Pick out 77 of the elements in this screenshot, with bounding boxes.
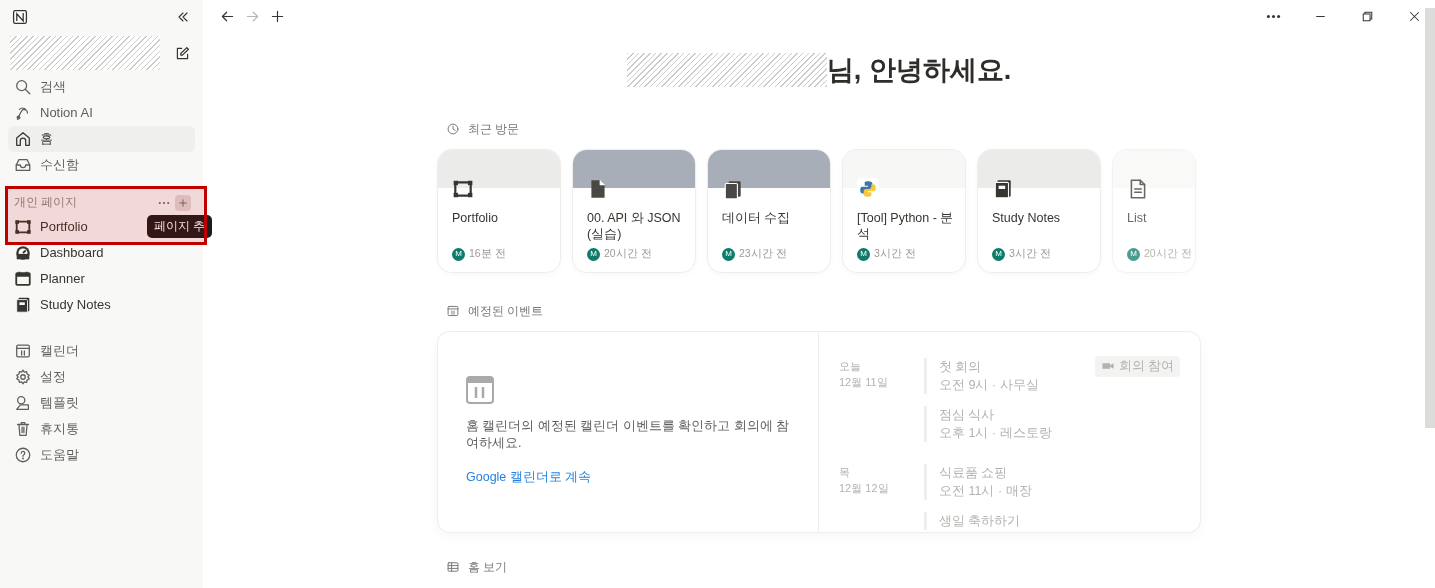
sidebar-item[interactable]: 수신함 bbox=[8, 152, 195, 178]
avatar: M bbox=[722, 247, 735, 261]
day-label: 목 bbox=[839, 465, 851, 480]
timestamp: 20시간 전 bbox=[1144, 246, 1192, 262]
help-icon bbox=[14, 446, 32, 464]
sidebar-item[interactable]: 검색 bbox=[8, 74, 195, 100]
clock-icon bbox=[446, 122, 460, 136]
recent-page-card[interactable]: List M 20시간 전 bbox=[1113, 150, 1195, 272]
card-title: Study Notes bbox=[992, 210, 1062, 226]
calendar-icon bbox=[446, 304, 460, 318]
event-title: 첫 회의 bbox=[939, 359, 983, 376]
calendar-link[interactable]: Google 캘린더로 계속 bbox=[466, 468, 592, 487]
recent-page-card[interactable]: Study Notes M 3시간 전 bbox=[978, 150, 1100, 272]
gauge-icon bbox=[14, 244, 32, 262]
timestamp: 23시간 전 bbox=[739, 246, 787, 262]
timestamp: 20시간 전 bbox=[604, 246, 652, 262]
frame-icon bbox=[14, 218, 32, 236]
avatar: M bbox=[587, 247, 600, 261]
day-label: 오늘 bbox=[839, 359, 862, 374]
settings-icon bbox=[14, 368, 32, 386]
avatar: M bbox=[992, 247, 1005, 261]
avatar: M bbox=[857, 247, 870, 261]
plus-icon bbox=[177, 197, 189, 209]
section-title: 예정된 이벤트 bbox=[468, 303, 544, 320]
inbox-icon bbox=[14, 156, 32, 174]
greeting-title: 님, 안녕하세요. bbox=[826, 53, 1012, 87]
sidebar-item[interactable]: 설정 bbox=[8, 364, 195, 390]
notebook-icon bbox=[992, 178, 1014, 200]
timestamp: 3시간 전 bbox=[874, 246, 916, 262]
edit-icon[interactable] bbox=[174, 44, 191, 62]
home-icon bbox=[14, 130, 32, 148]
event-detail: 오전 9시 · 사무실 bbox=[939, 377, 1039, 394]
card-title: List bbox=[1127, 210, 1148, 226]
notebook-icon bbox=[14, 296, 32, 314]
frame-icon bbox=[452, 178, 474, 200]
timestamp: 3시간 전 bbox=[1009, 246, 1051, 262]
tooltip: 페이지 추 bbox=[147, 215, 213, 239]
card-title: [Tool] Python - 분석 bbox=[857, 210, 955, 242]
event-title: 식료품 쇼핑 bbox=[939, 465, 1009, 482]
event-title: 생일 축하하기 bbox=[939, 513, 1021, 530]
avatar: M bbox=[452, 247, 465, 261]
sidebar-item[interactable]: 홈 bbox=[8, 126, 195, 152]
section-title: 개인 페이지 bbox=[13, 195, 78, 211]
sidebar-item[interactable]: Dashboard bbox=[8, 240, 195, 266]
calendar-icon bbox=[14, 270, 32, 288]
sidebar-item[interactable]: 휴지통 bbox=[8, 416, 195, 442]
table-icon bbox=[446, 560, 460, 574]
card-title: 데이터 수집 bbox=[722, 210, 792, 226]
card-title: Portfolio bbox=[452, 210, 499, 226]
recent-page-card[interactable]: Portfolio M 16분 전 bbox=[438, 150, 560, 272]
sidebar-item[interactable]: Notion AI bbox=[8, 100, 195, 126]
sidebar-item[interactable]: Study Notes bbox=[8, 292, 195, 318]
recent-page-card[interactable]: [Tool] Python - 분석 M 3시간 전 bbox=[843, 150, 965, 272]
calendar-icon bbox=[14, 342, 32, 360]
date-label: 12월 12일 bbox=[839, 481, 890, 496]
card-title: 00. API 와 JSON (실습) bbox=[587, 210, 682, 242]
calendar-icon bbox=[466, 376, 494, 404]
timestamp: 16분 전 bbox=[469, 246, 506, 262]
sidebar-item[interactable]: 캘린더 bbox=[8, 338, 195, 364]
trash-icon bbox=[14, 420, 32, 438]
event-detail: 오후 1시 · 레스토랑 bbox=[939, 425, 1052, 442]
search-icon bbox=[14, 78, 32, 96]
snake-logo-icon bbox=[857, 178, 879, 200]
pages-icon bbox=[722, 178, 744, 200]
section-title: 홈 보기 bbox=[468, 559, 508, 576]
sidebar-item[interactable]: Planner bbox=[8, 266, 195, 292]
section-title: 최근 방문 bbox=[468, 121, 520, 138]
avatar: M bbox=[1127, 247, 1140, 261]
sidebar-item[interactable]: 템플릿 bbox=[8, 390, 195, 416]
sidebar-item[interactable]: 도움말 bbox=[8, 442, 195, 468]
description-text: 홈 캘린더의 예정된 캘린더 이벤트를 확인하고 회의에 참여하세요. bbox=[466, 418, 791, 452]
recent-page-card[interactable]: 데이터 수집 M 23시간 전 bbox=[708, 150, 830, 272]
date-label: 12월 11일 bbox=[839, 375, 889, 390]
event-detail: 오전 11시 · 매장 bbox=[939, 483, 1032, 500]
event-title: 점심 식사 bbox=[939, 407, 996, 424]
recent-page-card[interactable]: 00. API 와 JSON (실습) M 20시간 전 bbox=[573, 150, 695, 272]
notion-logo-icon[interactable] bbox=[12, 9, 28, 25]
